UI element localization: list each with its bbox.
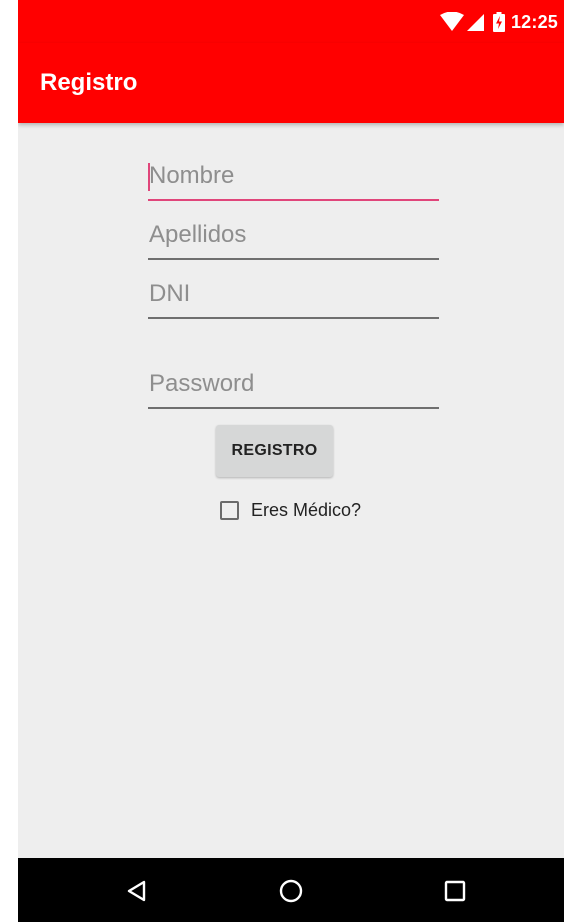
status-time: 12:25	[510, 11, 558, 32]
page-title: Registro	[40, 69, 138, 96]
apellidos-input[interactable]	[148, 212, 439, 258]
app-bar: Registro	[18, 43, 564, 123]
cell-signal-icon	[466, 12, 484, 32]
status-icons: 12:25	[439, 10, 558, 34]
wifi-icon	[439, 12, 464, 32]
home-icon[interactable]	[274, 874, 308, 908]
phone-screen: 12:25 Registro REGISTRO Eres Médico?	[18, 0, 564, 922]
status-bar: 12:25	[18, 0, 564, 43]
password-input[interactable]	[148, 361, 439, 407]
recents-icon[interactable]	[438, 874, 472, 908]
dni-input[interactable]	[148, 271, 439, 317]
back-icon[interactable]	[120, 874, 154, 908]
battery-charging-icon	[492, 12, 505, 32]
apellidos-field-container	[148, 212, 439, 260]
dni-field-container	[148, 271, 439, 319]
password-field-container	[148, 361, 439, 409]
medico-checkbox[interactable]	[220, 500, 239, 520]
nombre-field-container	[148, 153, 439, 201]
medico-checkbox-label[interactable]: Eres Médico?	[251, 500, 361, 521]
navigation-bar	[18, 858, 564, 922]
nombre-input[interactable]	[148, 153, 439, 199]
medico-checkbox-row[interactable]: Eres Médico?	[220, 497, 361, 523]
registro-button[interactable]: REGISTRO	[216, 425, 333, 477]
